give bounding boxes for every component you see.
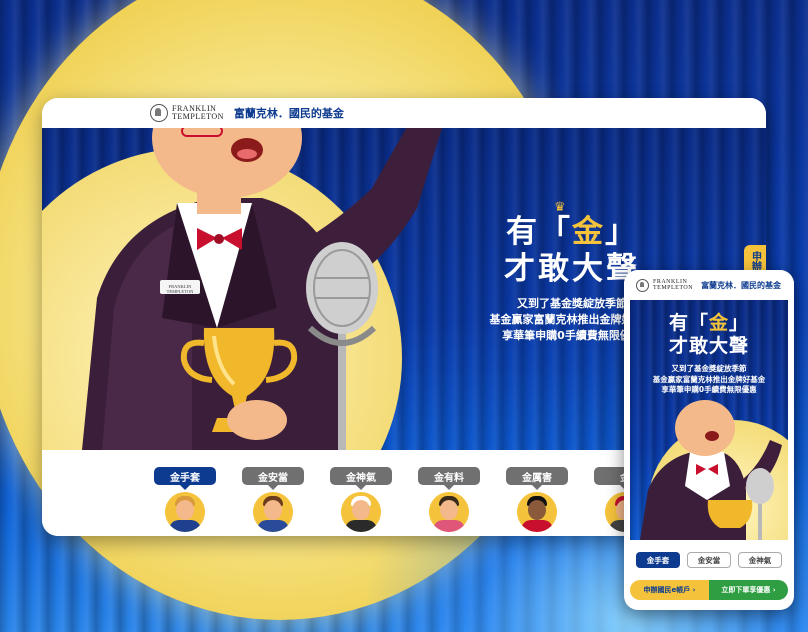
site-header: FRANKLIN TEMPLETON 富蘭克林．國民的基金 — [42, 98, 766, 128]
logo-wordmark: FRANKLIN TEMPLETON — [172, 105, 224, 121]
avatar-gold-safe[interactable] — [253, 492, 293, 532]
tab-gold-glove[interactable]: 金手套 — [154, 467, 216, 490]
seal-icon — [150, 104, 168, 122]
logo-line2: TEMPLETON — [653, 285, 694, 291]
avatar-gold-spirit[interactable] — [341, 492, 381, 532]
mobile-title-line1: 有「金」 — [630, 312, 788, 334]
name-badge: FRANKLIN TEMPLETON — [162, 284, 198, 294]
mobile-mockup: FRANKLIN TEMPLETON 富蘭克林．國民的基金 有「金」 才敢大聲 … — [624, 270, 794, 610]
brand-logo[interactable]: FRANKLIN TEMPLETON 富蘭克林．國民的基金 — [150, 104, 344, 122]
mobile-header: FRANKLIN TEMPLETON 富蘭克林．國民的基金 — [624, 270, 794, 300]
mobile-title-bracket-right: 」 — [729, 312, 750, 334]
mobile-brand-logo[interactable]: FRANKLIN TEMPLETON 富蘭克林．國民的基金 — [636, 278, 782, 292]
mobile-sub-line2: 基金贏家富蘭克林推出金牌好基金 — [652, 374, 766, 384]
mobile-subtitle: 又到了基金獎綻放季節 基金贏家富蘭克林推出金牌好基金 享華筆申購0手續費無限優惠 — [630, 364, 788, 396]
open-account-button[interactable]: 申辦國民e帳戶 › — [630, 580, 709, 600]
hero-title-line1: 有「金」 — [452, 214, 692, 250]
title-bracket-right: 」 — [605, 214, 638, 250]
tab-gold-spirit[interactable]: 金神氣 — [330, 467, 392, 490]
tab-gold-awesome[interactable]: 金厲害 — [506, 467, 568, 490]
logo-line2: TEMPLETON — [172, 112, 224, 121]
avatar-gold-substance[interactable] — [429, 492, 469, 532]
mobile-tab-gold-glove[interactable]: 金手套 — [636, 552, 680, 568]
mobile-brand-tagline: 富蘭克林．國民的基金 — [701, 280, 782, 290]
avatar-gold-awesome[interactable] — [517, 492, 557, 532]
tab-gold-substance[interactable]: 金有料 — [418, 467, 480, 490]
mobile-fund-tabs: 金手套 金安當 金神氣 — [624, 552, 794, 568]
mobile-cta-bar: 申辦國民e帳戶 › 立即下單享優惠 › — [630, 580, 788, 600]
mobile-hero-copy: 有「金」 才敢大聲 又到了基金獎綻放季節 基金贏家富蘭克林推出金牌好基金 享華筆… — [630, 312, 788, 396]
title-gold-char: 金 — [572, 214, 605, 250]
tab-gold-safe[interactable]: 金安當 — [242, 467, 304, 490]
mobile-tab-gold-spirit[interactable]: 金神氣 — [738, 552, 782, 568]
order-now-button[interactable]: 立即下單享優惠 › — [709, 580, 788, 600]
mobile-sub-line1: 又到了基金獎綻放季節 — [671, 364, 747, 373]
name-badge-line2: TEMPLETON — [166, 289, 194, 294]
mobile-tab-gold-safe[interactable]: 金安當 — [687, 552, 731, 568]
mobile-hero: 有「金」 才敢大聲 又到了基金獎綻放季節 基金贏家富蘭克林推出金牌好基金 享華筆… — [630, 300, 788, 540]
seal-icon — [636, 278, 649, 292]
mobile-logo-wordmark: FRANKLIN TEMPLETON — [653, 279, 693, 292]
mobile-sub-line3: 享華筆申購0手續費無限優惠 — [661, 385, 757, 394]
mobile-title-gold-char: 金 — [708, 312, 729, 334]
singer-illustration — [82, 128, 442, 450]
mobile-title-line2: 才敢大聲 — [668, 335, 749, 357]
crown-icon: ♛ — [554, 200, 566, 215]
mobile-title-bracket-left: 有「 — [668, 312, 709, 334]
avatar-gold-glove[interactable] — [165, 492, 205, 532]
title-bracket-left: 有「 — [506, 214, 572, 250]
brand-tagline: 富蘭克林．國民的基金 — [233, 107, 344, 120]
